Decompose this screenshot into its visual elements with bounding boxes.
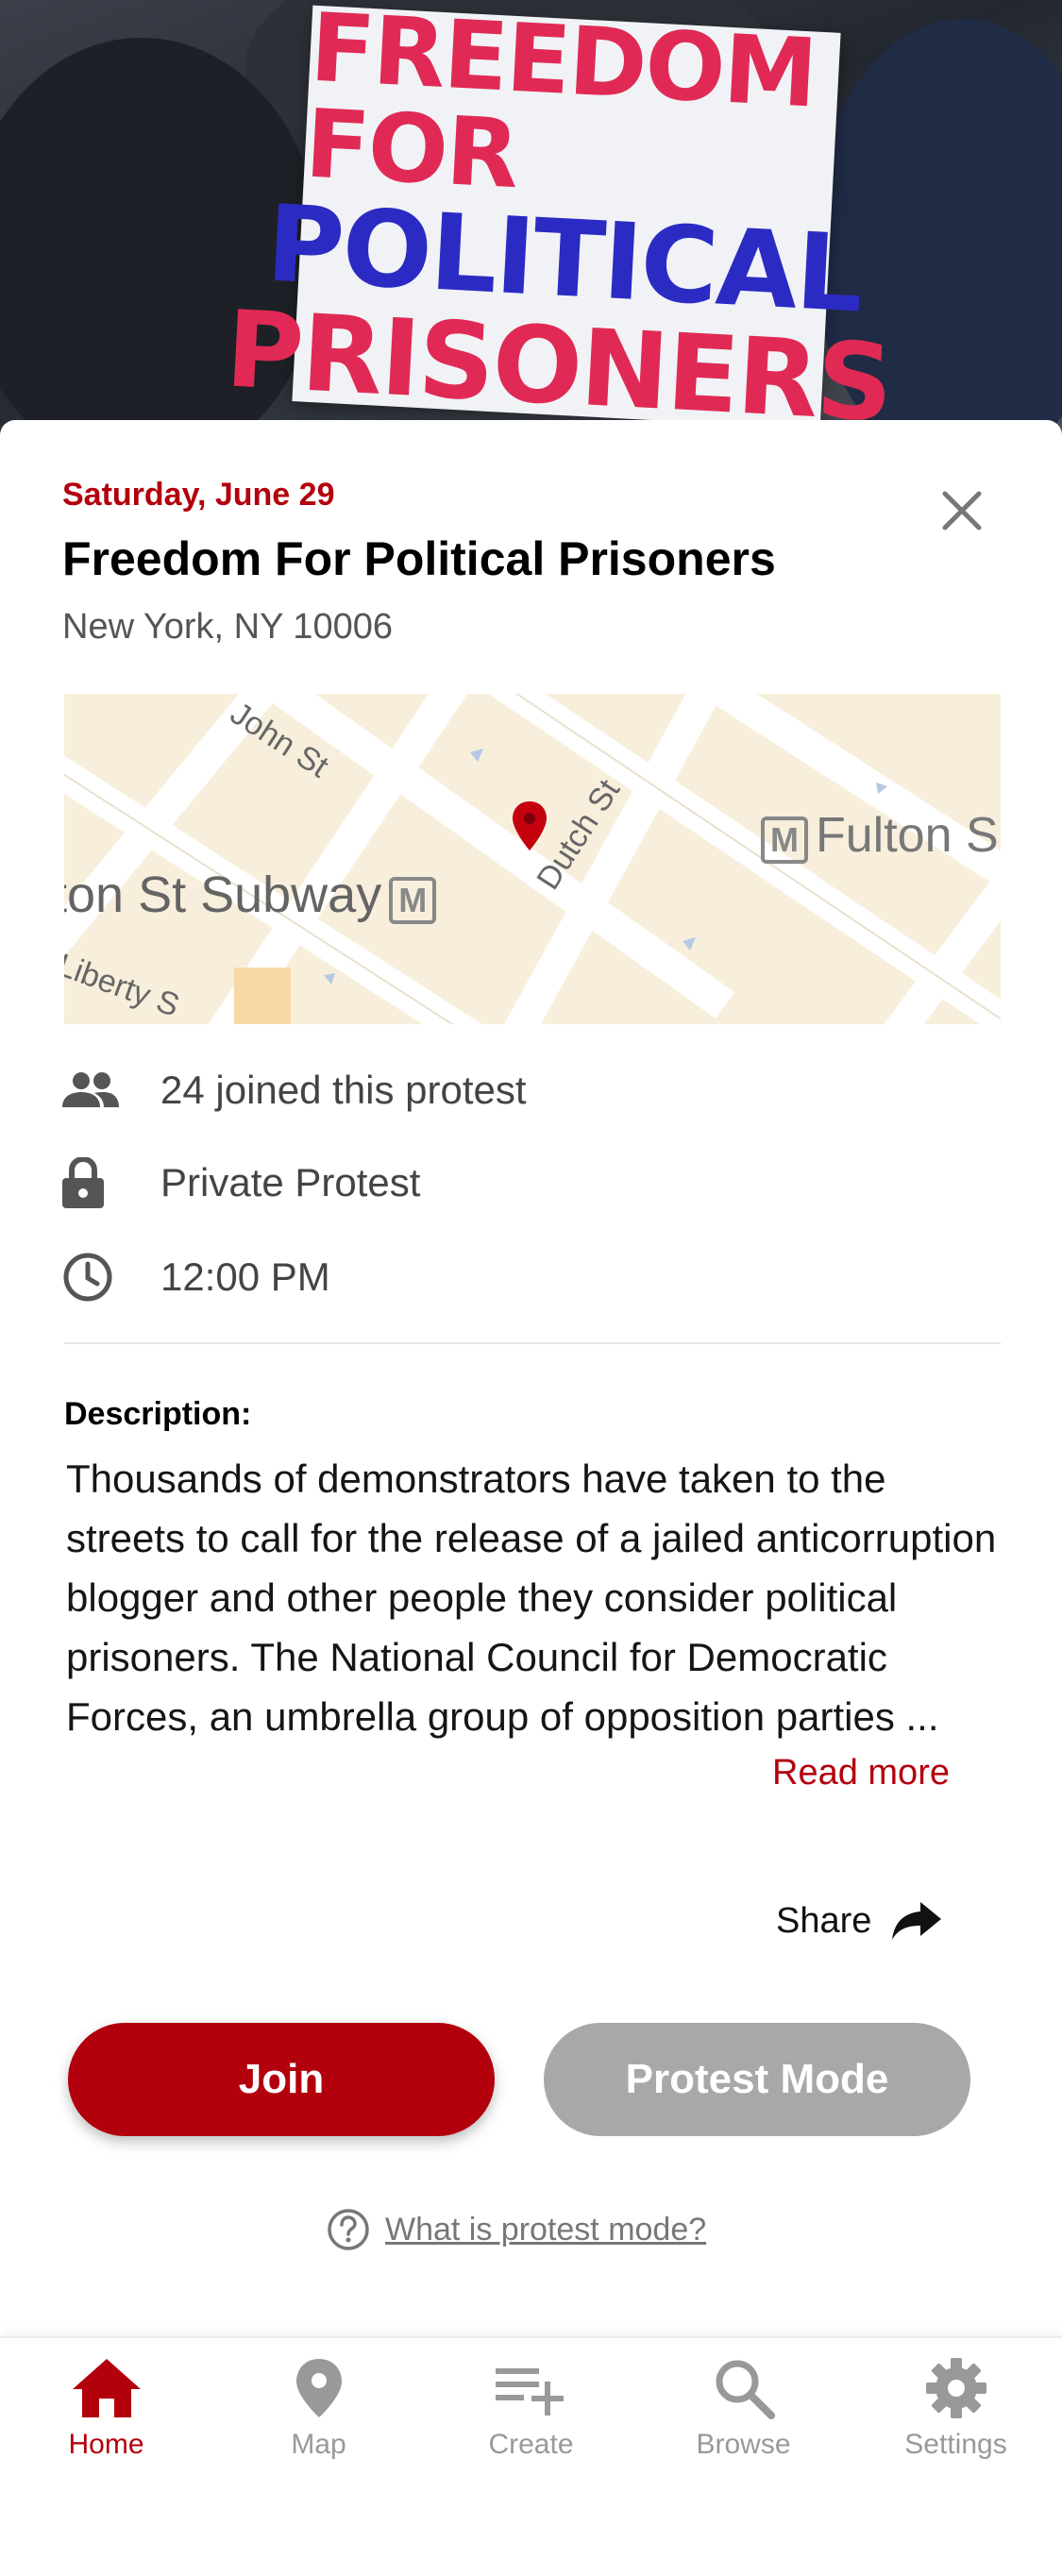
help-label: What is protest mode?: [385, 2211, 707, 2248]
protest-mode-help-link[interactable]: What is protest mode?: [327, 2208, 706, 2251]
joined-row: 24 joined this protest: [62, 1062, 527, 1119]
description-label: Description:: [64, 1396, 252, 1432]
metro-icon: M: [761, 817, 808, 864]
joined-count: 24 joined this protest: [160, 1068, 527, 1112]
event-time: 12:00 PM: [160, 1254, 330, 1299]
playlist-add-icon: [495, 2368, 564, 2416]
hero-photo: FREEDOM FOR POLITICAL PRISONERS: [0, 0, 1062, 444]
event-detail-sheet: Saturday, June 29 Freedom For Political …: [0, 420, 1062, 2336]
privacy-row: Private Protest: [62, 1154, 420, 1211]
tab-browse[interactable]: Browse: [637, 2357, 850, 2461]
subway-label: ton St Subway M: [64, 866, 444, 924]
help-circle-icon: [328, 2209, 369, 2250]
share-label: Share: [776, 1900, 872, 1941]
time-row: 12:00 PM: [62, 1249, 330, 1305]
location-map[interactable]: John St Dutch St Liberty S ton St Subway…: [64, 694, 1001, 1024]
location-pin-icon: [513, 801, 547, 850]
share-button[interactable]: Share: [776, 1900, 943, 1942]
protest-sign: FREEDOM FOR POLITICAL PRISONERS: [223, 0, 894, 444]
description-text: Thousands of demonstrators have taken to…: [66, 1456, 997, 1739]
close-icon: [942, 491, 982, 530]
station-name: Fulton S: [816, 808, 999, 863]
station-label: M Fulton S: [753, 807, 999, 864]
tab-label: Browse: [696, 2429, 791, 2460]
join-button[interactable]: Join: [68, 2023, 495, 2136]
search-icon: [716, 2360, 775, 2419]
close-button[interactable]: [930, 479, 994, 543]
privacy-status: Private Protest: [160, 1160, 421, 1204]
read-more-link[interactable]: Read more: [772, 1753, 950, 1793]
event-title: Freedom For Political Prisoners: [62, 532, 776, 585]
tab-label: Map: [291, 2429, 346, 2460]
metro-icon: M: [389, 877, 437, 924]
map-pin-icon: [295, 2359, 342, 2417]
tab-settings[interactable]: Settings: [850, 2357, 1062, 2461]
share-arrow-icon: [892, 1902, 942, 1940]
subway-name: ton St Subway: [64, 867, 382, 923]
tab-label: Home: [68, 2429, 144, 2460]
gear-icon: [925, 2358, 986, 2418]
bottom-tab-bar: Home Map Create Browse Settings: [0, 2336, 1062, 2576]
sign-line: FREEDOM FOR: [302, 0, 818, 210]
sign-line: PRISONERS: [223, 288, 895, 444]
tab-home[interactable]: Home: [0, 2357, 212, 2461]
tab-label: Settings: [904, 2429, 1007, 2460]
lock-icon: [62, 1154, 128, 1211]
event-location: New York, NY 10006: [62, 607, 393, 647]
tab-label: Create: [488, 2429, 574, 2460]
tab-map[interactable]: Map: [212, 2357, 425, 2461]
protest-mode-button[interactable]: Protest Mode: [544, 2023, 970, 2136]
event-date: Saturday, June 29: [62, 477, 335, 513]
clock-icon: [62, 1249, 128, 1305]
tab-create[interactable]: Create: [425, 2357, 637, 2461]
home-icon: [72, 2359, 141, 2417]
divider: [64, 1342, 1001, 1344]
people-icon: [62, 1062, 128, 1119]
